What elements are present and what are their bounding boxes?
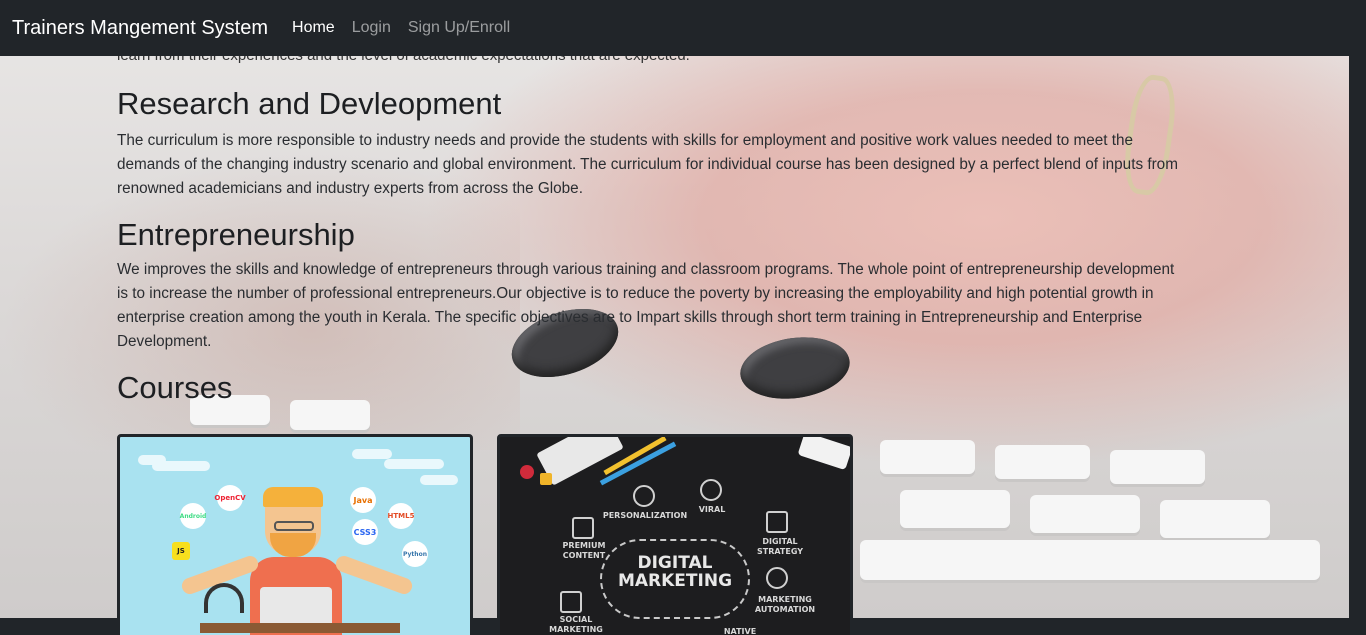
brand-title[interactable]: Trainers Mangement System [12, 17, 268, 40]
digital-marketing-course-card[interactable]: PERSONALIZATION VIRAL PREMIUM CONTENT DI… [497, 434, 853, 635]
keyboard-key [1030, 495, 1140, 533]
marketing-title: MARKETING [617, 571, 733, 591]
nav-home-link[interactable]: Home [292, 19, 335, 37]
java-icon: Java [350, 487, 376, 513]
top-navbar: Trainers Mangement System Home Login Sig… [0, 0, 1366, 56]
social-marketing-label: SOCIAL MARKETING [549, 615, 603, 634]
desk [200, 623, 400, 633]
digital-title: DIGITAL [637, 553, 713, 573]
cloud-shape [420, 475, 458, 485]
phone [797, 437, 850, 471]
viral-label: VIRAL [698, 505, 726, 514]
python-icon: Python [402, 541, 428, 567]
native-label: NATIVE [723, 627, 757, 635]
keyboard-key [1110, 450, 1205, 484]
keyboard-key [290, 400, 370, 430]
premium-content-label: PREMIUM CONTENT [562, 541, 606, 560]
keyboard-key [995, 445, 1090, 479]
viral-icon [700, 479, 722, 501]
keyboard-key [880, 440, 975, 474]
digital-strategy-label: DIGITAL STRATEGY [756, 537, 804, 556]
developer-hair [263, 487, 323, 507]
personalization-icon [633, 485, 655, 507]
desk-lamp [204, 583, 244, 613]
keyboard-spacebar [860, 540, 1320, 580]
beard [270, 533, 316, 557]
arm [333, 553, 415, 597]
research-heading: Research and Devleopment [117, 86, 502, 121]
premium-content-icon [572, 517, 594, 539]
cloud-shape [384, 459, 444, 469]
social-marketing-icon [560, 591, 582, 613]
marketing-automation-label: MARKETING AUTOMATION [754, 595, 816, 614]
android-icon: Android [180, 503, 206, 529]
entrepreneurship-paragraph: We improves the skills and knowledge of … [117, 261, 1175, 350]
javascript-icon: JS [172, 542, 190, 560]
marketing-automation-icon [766, 567, 788, 589]
courses-heading: Courses [117, 370, 233, 405]
pin [520, 465, 534, 479]
css3-icon: CSS3 [352, 519, 378, 545]
html5-icon: HTML5 [388, 503, 414, 529]
personalization-label: PERSONALIZATION [602, 511, 688, 520]
glasses [274, 521, 314, 531]
nav-login-link[interactable]: Login [352, 19, 391, 37]
digital-strategy-icon [766, 511, 788, 533]
cloud-shape [152, 461, 210, 471]
research-paragraph: The curriculum is more responsible to in… [117, 132, 1178, 197]
keyboard-key [900, 490, 1010, 528]
page-scrollbar[interactable] [1349, 56, 1366, 618]
clip [540, 473, 552, 485]
keyboard-key [1160, 500, 1270, 538]
opencv-icon: OpenCV [214, 485, 246, 511]
cloud-shape [352, 449, 392, 459]
programming-course-card[interactable]: OpenCV Java HTML5 CSS3 Python Android JS [117, 434, 473, 635]
nav-signup-link[interactable]: Sign Up/Enroll [408, 19, 510, 37]
entrepreneurship-heading: Entrepreneurship [117, 217, 355, 252]
